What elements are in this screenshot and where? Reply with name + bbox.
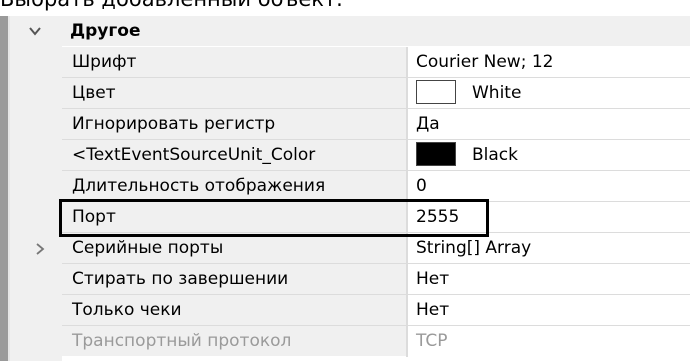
color-swatch-black [416, 141, 456, 166]
property-row-transport-protocol[interactable]: Транспортный протокол TCP [10, 326, 690, 357]
chevron-right-icon[interactable] [34, 242, 46, 256]
instruction-text: Выбрать добавленный объект. [0, 0, 343, 11]
property-name: Транспортный протокол [62, 326, 406, 356]
property-name: Серийные порты [62, 233, 406, 263]
property-row-color[interactable]: Цвет White [10, 78, 690, 109]
property-value[interactable]: String[] Array [408, 233, 690, 263]
property-row-erase-on-complete[interactable]: Стирать по завершении Нет [10, 264, 690, 295]
category-other[interactable]: Другое [10, 16, 690, 46]
property-value[interactable]: Black [408, 140, 690, 170]
property-value[interactable]: Да [408, 109, 690, 139]
property-grid-left-border [0, 16, 8, 361]
property-row-text-event-color[interactable]: <TextEventSourceUnit_Color Black [10, 140, 690, 171]
property-value[interactable]: Courier New; 12 [408, 47, 690, 77]
chevron-down-icon[interactable] [28, 24, 42, 38]
color-value-text: Black [472, 145, 518, 165]
property-name: Стирать по завершении [62, 264, 406, 294]
property-row-display-duration[interactable]: Длительность отображения 0 [10, 171, 690, 202]
property-name: Шрифт [62, 47, 406, 77]
property-name: Длительность отображения [62, 171, 406, 201]
property-name: <TextEventSourceUnit_Color [62, 140, 406, 170]
property-value[interactable]: Нет [408, 264, 690, 294]
property-value[interactable]: 0 [408, 171, 690, 201]
color-swatch-white [416, 79, 456, 104]
property-row-font[interactable]: Шрифт Courier New; 12 [10, 47, 690, 78]
property-value[interactable]: Нет [408, 295, 690, 325]
property-row-serial-ports[interactable]: Серийные порты String[] Array [10, 233, 690, 264]
property-name: Игнорировать регистр [62, 109, 406, 139]
property-row-receipts-only[interactable]: Только чеки Нет [10, 295, 690, 326]
property-name: Только чеки [62, 295, 406, 325]
property-row-ignore-case[interactable]: Игнорировать регистр Да [10, 109, 690, 140]
property-name: Цвет [62, 78, 406, 108]
port-row-highlight-frame [59, 199, 489, 237]
property-value[interactable]: White [408, 78, 690, 108]
property-value: TCP [408, 326, 690, 356]
category-label: Другое [70, 21, 141, 41]
color-value-text: White [472, 83, 522, 103]
